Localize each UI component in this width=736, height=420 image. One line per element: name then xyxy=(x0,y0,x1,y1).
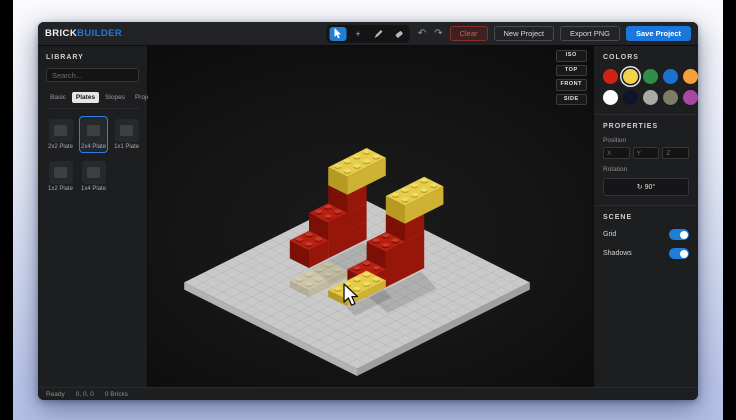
library-item-label: 1x2 Plate xyxy=(48,186,73,192)
tool-group: + xyxy=(327,25,410,43)
new-project-button[interactable]: New Project xyxy=(494,26,554,42)
library-item-1x1-plate[interactable]: 1x1 Plate xyxy=(112,116,141,153)
toggle-knob xyxy=(680,231,688,239)
tab-basic[interactable]: Basic xyxy=(46,92,70,103)
undo-icon[interactable]: ↶ xyxy=(417,28,427,40)
app-window: BRICKBUILDER + ↶ xyxy=(38,22,698,400)
color-swatch-green[interactable] xyxy=(643,69,658,84)
position-y-field[interactable] xyxy=(633,147,660,159)
brick-thumbnail xyxy=(82,119,106,142)
color-swatch-blue[interactable] xyxy=(663,69,678,84)
library-item-label: 1x4 Plate xyxy=(81,186,106,192)
color-swatch-navy[interactable] xyxy=(623,90,638,105)
brick-thumbnail xyxy=(115,119,139,142)
color-swatch-purple[interactable] xyxy=(683,90,698,105)
position-inputs xyxy=(603,147,689,159)
eraser-icon xyxy=(393,29,403,39)
library-item-label: 2x2 Plate xyxy=(48,144,73,150)
rotation-label: Rotation xyxy=(603,166,689,173)
cursor-icon xyxy=(334,28,343,39)
shadows-toggle-row: Shadows xyxy=(603,248,689,259)
shadows-toggle[interactable] xyxy=(669,248,689,259)
library-item-label: 1x1 Plate xyxy=(114,144,139,150)
plus-icon: + xyxy=(355,28,360,40)
library-tabs: Basic Plates Slopes Projects xyxy=(46,92,139,109)
logo-brick: BRICK xyxy=(45,28,77,39)
library-item-2x4-plate[interactable]: 2x4 Plate xyxy=(79,116,108,153)
viewport-3d[interactable]: ISO TOP FRONT SIDE xyxy=(148,46,593,387)
position-x-field[interactable] xyxy=(603,147,630,159)
logo-builder: BUILDER xyxy=(77,28,122,39)
brick-thumbnail xyxy=(49,119,73,142)
brick-thumbnail xyxy=(82,161,106,184)
grid-toggle[interactable] xyxy=(669,229,689,240)
brush-icon xyxy=(373,29,383,39)
view-side-button[interactable]: SIDE xyxy=(556,94,587,106)
add-tool-button[interactable]: + xyxy=(350,27,367,41)
properties-section: PROPERTIES Position Rotation ↻ 90° xyxy=(594,115,698,206)
rotate-90-button[interactable]: ↻ 90° xyxy=(603,178,689,196)
position-label: Position xyxy=(603,137,689,144)
select-tool-button[interactable] xyxy=(330,27,347,41)
scene-section: SCENE Grid Shadows xyxy=(594,206,698,268)
library-sidebar: LIBRARY Basic Plates Slopes Projects 2x2… xyxy=(38,46,148,387)
color-swatch-olive[interactable] xyxy=(663,90,678,105)
top-bar-actions: ↶ ↷ Clear New Project Export PNG Save Pr… xyxy=(417,26,691,42)
properties-header: PROPERTIES xyxy=(603,123,689,130)
view-top-button[interactable]: TOP xyxy=(556,65,587,77)
color-swatch-yellow[interactable] xyxy=(623,69,638,84)
brick-thumbnail xyxy=(49,161,73,184)
library-item-1x2-plate[interactable]: 1x2 Plate xyxy=(46,158,75,195)
color-swatch-orange[interactable] xyxy=(683,69,698,84)
color-swatch-white[interactable] xyxy=(603,90,618,105)
color-palette xyxy=(603,69,689,105)
grid-label: Grid xyxy=(603,231,616,238)
color-swatch-gray[interactable] xyxy=(643,90,658,105)
brick-scene-canvas[interactable] xyxy=(148,46,593,389)
toggle-knob xyxy=(680,250,688,258)
export-png-button[interactable]: Export PNG xyxy=(560,26,620,42)
status-coords: 0, 0, 0 xyxy=(76,391,94,398)
position-z-field[interactable] xyxy=(662,147,689,159)
top-bar: BRICKBUILDER + ↶ xyxy=(38,22,698,46)
redo-icon[interactable]: ↷ xyxy=(433,28,443,40)
tab-slopes[interactable]: Slopes xyxy=(101,92,129,103)
clear-button[interactable]: Clear xyxy=(450,26,488,42)
library-item-label: 2x4 Plate xyxy=(81,144,106,150)
save-project-button[interactable]: Save Project xyxy=(626,26,691,42)
tab-plates[interactable]: Plates xyxy=(72,92,99,103)
library-item-1x4-plate[interactable]: 1x4 Plate xyxy=(79,158,108,195)
shadows-label: Shadows xyxy=(603,250,632,257)
properties-sidebar: COLORS PROPERTIES Position xyxy=(593,46,698,387)
colors-header: COLORS xyxy=(603,54,689,61)
main-area: LIBRARY Basic Plates Slopes Projects 2x2… xyxy=(38,46,698,387)
library-header: LIBRARY xyxy=(46,54,139,61)
app-logo: BRICKBUILDER xyxy=(45,28,122,39)
view-front-button[interactable]: FRONT xyxy=(556,79,587,91)
view-buttons: ISO TOP FRONT SIDE xyxy=(556,50,587,105)
erase-tool-button[interactable] xyxy=(390,27,407,41)
library-grid: 2x2 Plate 2x4 Plate 1x1 Plate 1x2 Plate … xyxy=(46,116,139,195)
grid-toggle-row: Grid xyxy=(603,229,689,240)
colors-section: COLORS xyxy=(594,46,698,115)
library-item-2x2-plate[interactable]: 2x2 Plate xyxy=(46,116,75,153)
scene-header: SCENE xyxy=(603,214,689,221)
paint-tool-button[interactable] xyxy=(370,27,387,41)
color-swatch-red[interactable] xyxy=(603,69,618,84)
status-state: Ready xyxy=(46,391,65,398)
view-iso-button[interactable]: ISO xyxy=(556,50,587,62)
search-input[interactable] xyxy=(46,68,139,82)
status-brick-count: 0 Bricks xyxy=(105,391,128,398)
